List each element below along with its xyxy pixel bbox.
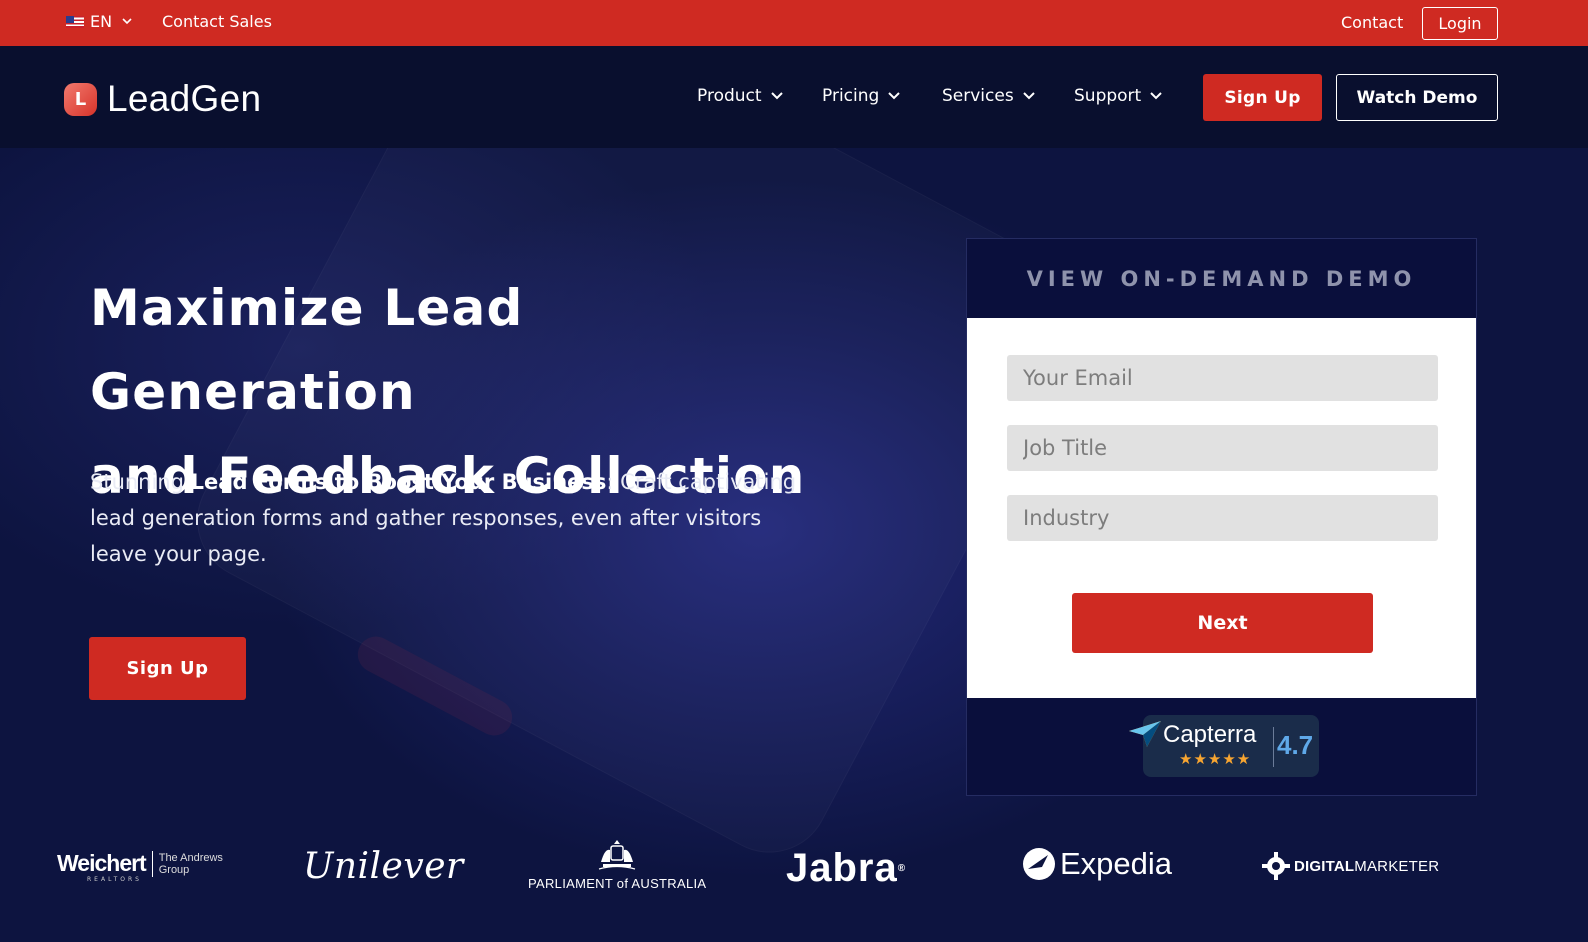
demo-form-card: VIEW ON-DEMAND DEMO Next Capterra ★★★★★ … [966, 238, 1477, 796]
dm-rest: MARKETER [1354, 857, 1440, 875]
leadgen-logo[interactable]: L LeadGen [64, 78, 261, 120]
capterra-name: Capterra [1163, 721, 1257, 748]
parliament-text: PARLIAMENT of AUSTRALIA [528, 876, 707, 891]
chevron-down-icon [888, 92, 901, 100]
nav-signup-button[interactable]: Sign Up [1203, 74, 1322, 121]
hero-title-line1: Maximize Lead Generation [90, 279, 524, 421]
capterra-arrow-icon [1129, 721, 1161, 747]
divider [151, 850, 153, 877]
hero-description: Stunning Lead Forms to Boost Your Busine… [90, 464, 810, 572]
gear-icon [1262, 852, 1290, 880]
contact-link[interactable]: Contact [1341, 13, 1403, 32]
chevron-down-icon [770, 92, 783, 100]
nav-item-label: Support [1074, 86, 1142, 106]
capterra-divider [1273, 727, 1274, 767]
expedia-globe-icon [1023, 848, 1055, 880]
star-rating-icon: ★★★★★ [1179, 750, 1252, 768]
capterra-rating: 4.7 [1277, 730, 1314, 760]
language-label: EN [90, 12, 113, 31]
logo-mark-icon: L [64, 82, 97, 116]
hero-desc-bold: Lead Forms to Boost Your Business [190, 470, 607, 494]
email-field[interactable] [1007, 355, 1438, 401]
chevron-down-icon [1150, 92, 1162, 100]
weichert-group-text: The Andrews Group [159, 852, 223, 876]
expedia-wordmark: Expedia [1060, 846, 1173, 881]
chevron-down-icon [1022, 92, 1035, 100]
job-title-field[interactable] [1007, 425, 1438, 471]
logo-text: LeadGen [107, 78, 262, 119]
parliament-of-australia-logo: PARLIAMENT of AUSTRALIA [528, 838, 706, 891]
nav-item-label: Services [942, 86, 1014, 106]
chevron-down-icon [122, 18, 132, 25]
language-selector[interactable]: EN [66, 12, 132, 31]
weichert-group-line2: Group [158, 863, 190, 876]
industry-field[interactable] [1007, 495, 1438, 541]
nav-item-pricing[interactable]: Pricing [822, 86, 901, 106]
jabra-wordmark: Jabra [786, 846, 898, 890]
hero-section: Maximize Lead Generation and Feedback Co… [0, 148, 1588, 942]
capterra-badge[interactable]: Capterra ★★★★★ 4.7 [1129, 715, 1319, 777]
nav-item-support[interactable]: Support [1074, 86, 1163, 106]
watch-demo-button[interactable]: Watch Demo [1336, 74, 1498, 121]
dm-bold: DIGITAL [1294, 857, 1355, 875]
us-flag-icon [66, 15, 84, 28]
weichert-realtors-text: REALTORS [87, 876, 142, 883]
main-nav: L LeadGen Product Pricing Services Suppo… [0, 46, 1588, 148]
expedia-logo: Expedia [1022, 846, 1172, 882]
weichert-group-line1: The Andrews [158, 851, 223, 864]
unilever-logo: Unilever [303, 846, 464, 887]
digital-marketer-wordmark: DIGITALMARKETER [1294, 858, 1439, 875]
demo-form-header: VIEW ON-DEMAND DEMO [1026, 266, 1417, 291]
contact-sales-link[interactable]: Contact Sales [162, 12, 272, 31]
digital-marketer-logo: DIGITALMARKETER [1262, 852, 1439, 880]
hero-signup-button[interactable]: Sign Up [89, 637, 246, 700]
login-button[interactable]: Login [1422, 7, 1498, 40]
nav-item-product[interactable]: Product [697, 86, 784, 106]
coat-of-arms-icon [599, 840, 636, 870]
top-bar: EN Contact Sales Contact Login [0, 0, 1588, 46]
weichert-logo: Weichert The Andrews Group REALTORS [57, 850, 223, 883]
jabra-logo: Jabra ® [786, 846, 906, 891]
customer-logos: Weichert The Andrews Group REALTORS Unile… [0, 838, 1588, 918]
nav-item-label: Pricing [822, 86, 880, 106]
next-button[interactable]: Next [1072, 593, 1373, 653]
weichert-wordmark: Weichert [57, 850, 147, 876]
nav-item-services[interactable]: Services [942, 86, 1036, 106]
hero-desc-prefix: Stunning [90, 470, 191, 494]
demo-form-body: Next [967, 318, 1476, 698]
registered-mark-icon: ® [897, 863, 907, 874]
nav-item-label: Product [697, 86, 762, 106]
